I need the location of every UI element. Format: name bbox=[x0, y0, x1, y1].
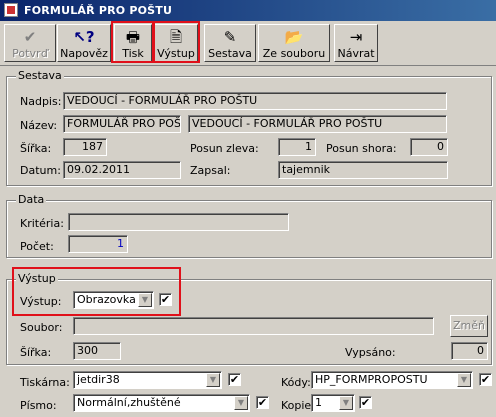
posun-zleva-field[interactable]: 1 bbox=[278, 138, 316, 156]
posun-zleva-label: Posun zleva: bbox=[190, 142, 259, 155]
nazev-long-field[interactable]: VEDOUCÍ - FORMULÁŘ PRO POŠTU bbox=[188, 115, 447, 133]
zmen-button[interactable]: Změň bbox=[450, 315, 488, 337]
vystup-sirka-label: Šířka: bbox=[20, 346, 52, 359]
kriteria-label: Kritéria: bbox=[20, 217, 64, 230]
kopie-checkbox[interactable]: ✔ bbox=[359, 396, 372, 409]
tiskarna-label: Tiskárna: bbox=[20, 376, 70, 389]
highlight-vystup bbox=[12, 267, 181, 316]
return-label: Návrat bbox=[337, 47, 375, 60]
zapsal-field[interactable]: tajemnik bbox=[278, 161, 448, 179]
nazev-short-field[interactable]: FORMULÁŘ PRO POŠ bbox=[63, 115, 181, 133]
vystup-sirka-field[interactable]: 300 bbox=[73, 342, 121, 360]
help-arrow-icon: ↖? bbox=[73, 28, 95, 46]
datum-label: Datum: bbox=[20, 164, 61, 177]
tiskarna-select[interactable]: jetdir38 ▼ bbox=[73, 371, 222, 389]
kopie-label: Kopie: bbox=[281, 399, 315, 412]
pismo-select-value: Normální,zhuštěné bbox=[77, 396, 181, 409]
pismo-select[interactable]: Normální,zhuštěné ▼ bbox=[73, 394, 250, 412]
datum-field[interactable]: 09.02.2011 bbox=[63, 161, 181, 179]
data-group-label: Data bbox=[16, 193, 47, 206]
pismo-label: Písmo: bbox=[20, 399, 57, 412]
nadpis-label: Nadpis: bbox=[20, 95, 62, 108]
tiskarna-select-value: jetdir38 bbox=[77, 373, 120, 386]
sirka-field[interactable]: 187 bbox=[63, 138, 107, 156]
zapsal-label: Zapsal: bbox=[190, 164, 231, 177]
pismo-checkbox[interactable]: ✔ bbox=[256, 396, 269, 409]
vypsano-field[interactable]: 0 bbox=[451, 342, 488, 360]
soubor-label: Soubor: bbox=[20, 321, 63, 334]
sestava-group-label: Sestava bbox=[16, 69, 64, 82]
kody-select-value: HP_FORMPROPOSTU bbox=[315, 373, 428, 386]
kody-checkbox[interactable]: ✔ bbox=[479, 373, 492, 386]
nadpis-field[interactable]: VEDOUCÍ - FORMULÁŘ PRO POŠTU bbox=[63, 92, 447, 110]
tiskarna-checkbox[interactable]: ✔ bbox=[228, 373, 241, 386]
posun-shora-label: Posun shora: bbox=[326, 142, 397, 155]
pocet-field[interactable]: 1 bbox=[68, 235, 128, 253]
report-button[interactable]: ✎ Sestava bbox=[204, 24, 256, 62]
confirm-button[interactable]: ✔ Potvrď bbox=[4, 24, 56, 62]
highlight-output bbox=[153, 21, 200, 63]
dropdown-arrow-icon[interactable]: ▼ bbox=[339, 396, 353, 410]
from-file-button[interactable]: 📂 Ze souboru bbox=[258, 24, 330, 62]
title-bar: FORMULÁŘ PRO POŠTU bbox=[0, 0, 496, 21]
report-label: Sestava bbox=[208, 47, 252, 60]
kopie-select[interactable]: 1 ▼ bbox=[311, 394, 355, 412]
kody-select[interactable]: HP_FORMPROPOSTU ▼ bbox=[311, 371, 473, 389]
vypsano-label: Vypsáno: bbox=[345, 346, 396, 359]
checkmark-icon: ✔ bbox=[23, 28, 37, 46]
dropdown-arrow-icon[interactable]: ▼ bbox=[457, 373, 471, 387]
confirm-label: Potvrď bbox=[12, 47, 48, 60]
dropdown-arrow-icon[interactable]: ▼ bbox=[234, 396, 248, 410]
pencil-icon: ✎ bbox=[223, 28, 237, 46]
nazev-label: Název: bbox=[20, 119, 58, 132]
dropdown-arrow-icon[interactable]: ▼ bbox=[206, 373, 220, 387]
exit-door-icon: ⇥ bbox=[349, 28, 363, 46]
soubor-field[interactable] bbox=[73, 317, 434, 335]
window-title: FORMULÁŘ PRO POŠTU bbox=[24, 4, 173, 17]
help-button[interactable]: ↖? Napověz bbox=[57, 24, 111, 62]
highlight-print bbox=[111, 21, 154, 63]
from-file-label: Ze souboru bbox=[262, 47, 326, 60]
return-button[interactable]: ⇥ Návrat bbox=[334, 24, 378, 62]
pocet-label: Počet: bbox=[20, 240, 54, 253]
posun-shora-field[interactable]: 0 bbox=[410, 138, 448, 156]
app-icon bbox=[4, 3, 18, 17]
kriteria-field[interactable] bbox=[68, 213, 289, 231]
sirka-label: Šířka: bbox=[20, 142, 52, 155]
kody-label: Kódy: bbox=[281, 376, 311, 389]
open-folder-icon: 📂 bbox=[284, 28, 304, 46]
help-label: Napověz bbox=[60, 47, 108, 60]
toolbar: ✔ Potvrď ↖? Napověz 🖶 Tisk 🗎 Výstup ✎ Se… bbox=[0, 21, 496, 66]
kopie-select-value: 1 bbox=[315, 396, 322, 409]
